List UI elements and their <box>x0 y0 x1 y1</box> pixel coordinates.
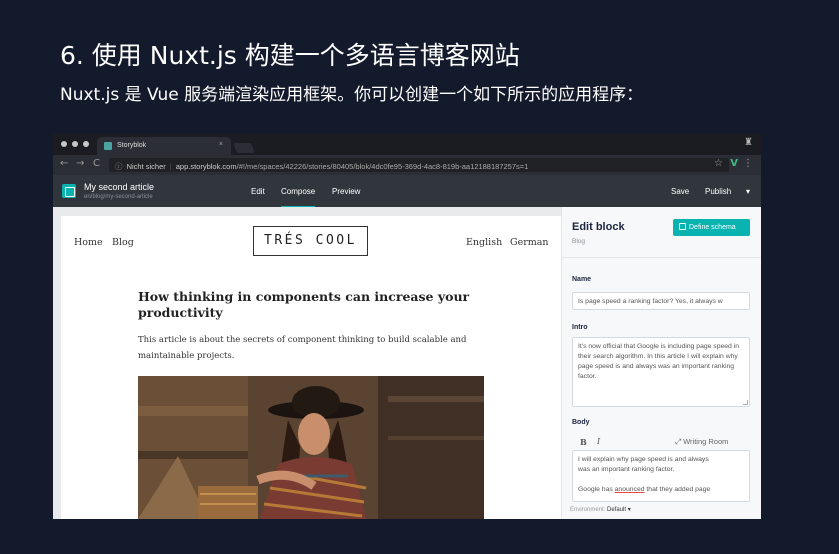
block-editor-panel: Edit block Blog Define schema Name Is pa… <box>561 207 761 519</box>
reload-icon[interactable]: C <box>93 158 100 169</box>
expand-icon: ⤢ <box>675 437 681 446</box>
window-close-dot[interactable] <box>61 141 67 147</box>
site-nav-blog[interactable]: Blog <box>112 237 134 248</box>
back-arrow-icon[interactable]: ← <box>60 158 68 169</box>
editor-title: Edit block <box>572 221 625 233</box>
save-button[interactable]: Save <box>671 187 689 196</box>
address-bar: ← → C ⓘ Nicht sicher | app.storyblok.com/#… <box>53 155 761 175</box>
info-icon[interactable]: ⓘ <box>115 162 123 171</box>
vue-devtools-icon[interactable]: V <box>730 158 738 169</box>
browser-menu-icon[interactable]: ⋮ <box>743 158 753 169</box>
body-line: Google has anounced that they added page <box>578 485 744 495</box>
article-title: How thinking in components can increase … <box>138 289 470 320</box>
url-input[interactable]: ⓘ Nicht sicher | app.storyblok.com/#!/me/s… <box>109 158 729 172</box>
url-warning: Nicht sicher <box>126 162 166 171</box>
body-text: Google has <box>578 486 615 493</box>
story-name: My second article <box>84 182 155 192</box>
site-nav-home[interactable]: Home <box>74 237 103 248</box>
tab-preview[interactable]: Preview <box>332 187 360 196</box>
body-label: Body <box>572 419 590 426</box>
browser-tab-bar: Storyblok × ♜ <box>53 133 761 155</box>
browser-tab-storyblok[interactable]: Storyblok × <box>97 137 231 155</box>
body-blank-line <box>578 475 744 485</box>
define-schema-label: Define schema <box>689 224 736 231</box>
storyblok-favicon-icon <box>104 142 112 150</box>
environment-selector[interactable]: Environment: Default ▾ <box>570 506 631 513</box>
name-label: Name <box>572 276 592 283</box>
intro-field[interactable]: It's now official that Google is includi… <box>572 337 750 407</box>
intro-text: It's now official that Google is includi… <box>578 343 740 380</box>
editor-subtitle: Blog <box>572 238 586 245</box>
article-description: This article is about the secrets of com… <box>138 335 467 361</box>
site-logo[interactable]: TRÉS COOL <box>253 226 368 256</box>
publish-caret-icon[interactable]: ▾ <box>746 187 750 196</box>
tab-title: Storyblok <box>117 142 147 149</box>
publish-button[interactable]: Publish <box>705 187 731 196</box>
define-schema-button[interactable]: Define schema <box>673 219 750 236</box>
tab-close-icon[interactable]: × <box>219 141 223 148</box>
writing-room-label: Writing Room <box>683 437 729 446</box>
misspelled-word: anounced <box>614 486 645 493</box>
writing-room-button[interactable]: ⤢ Writing Room <box>675 437 728 447</box>
tab-compose[interactable]: Compose <box>281 187 316 208</box>
editor-divider <box>562 257 761 258</box>
forward-arrow-icon[interactable]: → <box>76 158 84 169</box>
body-line: was an important ranking factor. <box>578 466 675 473</box>
tab-edit[interactable]: Edit <box>251 187 265 196</box>
window-minimize-dot[interactable] <box>72 141 78 147</box>
url-path: /#!/me/spaces/42226/stories/80405/blok/4… <box>236 162 529 171</box>
url-domain: app.storyblok.com <box>175 162 237 171</box>
schema-icon <box>679 223 686 230</box>
body-text: that they added page <box>644 486 711 493</box>
name-field[interactable]: Is page speed a ranking factor? Yes, it … <box>572 292 750 310</box>
slide-title: 6. 使用 Nuxt.js 构建一个多语言博客网站 <box>60 41 520 70</box>
browser-window: Storyblok × ♜ ← → C ⓘ Nicht sicher | app.s… <box>53 133 761 519</box>
bookmark-star-icon[interactable]: ☆ <box>714 158 723 169</box>
body-line: I will explain why page speed is and alw… <box>578 456 709 463</box>
body-field[interactable]: I will explain why page speed is and alw… <box>572 450 750 502</box>
italic-button[interactable]: I <box>597 437 600 446</box>
incognito-icon: ♜ <box>744 137 753 148</box>
article-hero-image <box>138 376 484 519</box>
lang-english[interactable]: English <box>466 237 502 248</box>
resize-handle-icon[interactable] <box>743 400 748 405</box>
window-maximize-dot[interactable] <box>83 141 89 147</box>
bold-button[interactable]: B <box>580 437 587 447</box>
lang-german[interactable]: German <box>510 237 549 248</box>
intro-label: Intro <box>572 324 588 331</box>
environment-label: Environment: <box>570 507 606 513</box>
story-slug: en/blog/my-second-article <box>84 194 153 200</box>
site-preview: Home Blog TRÉS COOL English German How t… <box>61 216 561 519</box>
new-tab-button[interactable] <box>233 143 255 153</box>
hero-photo-illustration <box>138 376 484 519</box>
app-header: My second article en/blog/my-second-arti… <box>53 175 761 208</box>
slide-subtitle: Nuxt.js 是 Vue 服务端渲染应用框架。你可以创建一个如下所示的应用程序… <box>60 85 644 105</box>
url-separator: | <box>169 162 172 171</box>
storyblok-logo-icon[interactable] <box>62 184 76 198</box>
environment-value: Default ▾ <box>607 507 631 513</box>
